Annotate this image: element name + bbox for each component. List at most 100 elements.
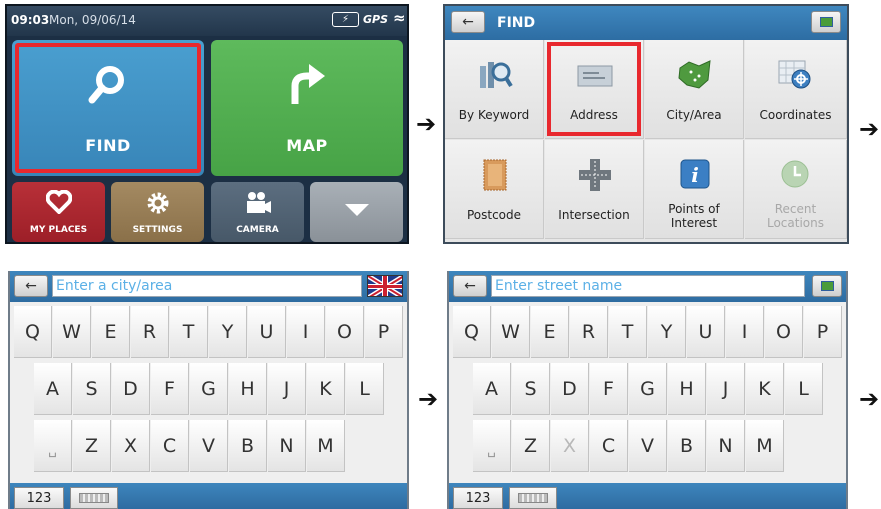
map-view-button[interactable] [811, 11, 841, 33]
space-key[interactable]: ␣ [473, 420, 511, 472]
keyboard-icon [79, 493, 109, 503]
back-button[interactable]: ← [453, 275, 487, 297]
key-k[interactable]: K [746, 363, 784, 415]
key-a[interactable]: A [34, 363, 72, 415]
key-a[interactable]: A [473, 363, 511, 415]
key-u[interactable]: U [248, 306, 286, 358]
key-n[interactable]: N [268, 420, 306, 472]
map-tile[interactable]: MAP [211, 40, 403, 176]
key-j[interactable]: J [268, 363, 306, 415]
gear-icon [111, 190, 204, 222]
key-i[interactable]: I [726, 306, 764, 358]
find-address[interactable]: Address [545, 40, 644, 139]
find-points-of-interest[interactable]: i Points of Interest [645, 140, 744, 239]
key-h[interactable]: H [229, 363, 267, 415]
chevron-down-icon [310, 196, 403, 224]
key-r[interactable]: R [570, 306, 608, 358]
my-places-tile[interactable]: MY PLACES [12, 182, 105, 242]
key-p[interactable]: P [804, 306, 842, 358]
key-o[interactable]: O [326, 306, 364, 358]
key-b[interactable]: B [668, 420, 706, 472]
keyboard-layout-button[interactable] [509, 487, 557, 509]
numeric-mode-button[interactable]: 123 [453, 487, 503, 509]
find-postcode[interactable]: Postcode [445, 140, 544, 239]
map-view-button[interactable] [812, 275, 842, 297]
key-k[interactable]: K [307, 363, 345, 415]
keyword-search-icon [480, 62, 513, 88]
key-i[interactable]: I [287, 306, 325, 358]
key-u[interactable]: U [687, 306, 725, 358]
key-n[interactable]: N [707, 420, 745, 472]
key-y[interactable]: Y [648, 306, 686, 358]
find-intersection[interactable]: Intersection [545, 140, 644, 239]
key-f[interactable]: F [151, 363, 189, 415]
key-g[interactable]: G [190, 363, 228, 415]
space-key[interactable]: ␣ [34, 420, 72, 472]
key-p[interactable]: P [365, 306, 403, 358]
clock-date: Mon, 09/06/14 [49, 13, 136, 27]
key-z[interactable]: Z [73, 420, 111, 472]
find-item-label: Address [570, 108, 618, 122]
find-item-label: Intersection [558, 208, 630, 222]
key-z[interactable]: Z [512, 420, 550, 472]
key-x[interactable]: X [551, 420, 589, 472]
key-v[interactable]: V [629, 420, 667, 472]
input-bar: ← Enter street name [449, 271, 846, 302]
key-t[interactable]: T [609, 306, 647, 358]
find-item-label: City/Area [666, 108, 722, 122]
key-y[interactable]: Y [209, 306, 247, 358]
map-tile-label: MAP [286, 136, 328, 155]
key-r[interactable]: R [131, 306, 169, 358]
key-d[interactable]: D [551, 363, 589, 415]
key-l[interactable]: L [785, 363, 823, 415]
key-q[interactable]: Q [453, 306, 491, 358]
info-icon: i [680, 159, 710, 189]
key-x[interactable]: X [112, 420, 150, 472]
find-by-keyword[interactable]: By Keyword [445, 40, 544, 139]
street-keyboard-screen: ← Enter street name Q W E R T Y U I O P A S D F G H J K L ␣… [447, 271, 848, 509]
key-m[interactable]: M [746, 420, 784, 472]
find-coordinates[interactable]: Coordinates [745, 40, 847, 139]
uk-flag-icon[interactable] [367, 275, 403, 297]
city-keyboard-screen: ← Enter a city/area Q W E R T Y U I O P A S D F G H J K L ␣… [8, 271, 409, 509]
camera-tile[interactable]: CAMERA [211, 182, 304, 242]
key-w[interactable]: W [492, 306, 530, 358]
street-search-input[interactable]: Enter street name [491, 275, 805, 297]
key-v[interactable]: V [190, 420, 228, 472]
magnifier-icon [12, 60, 204, 121]
stamp-icon [483, 159, 507, 191]
city-search-input[interactable]: Enter a city/area [52, 275, 362, 297]
settings-label: SETTINGS [132, 225, 183, 235]
key-m[interactable]: M [307, 420, 345, 472]
key-s[interactable]: S [73, 363, 111, 415]
key-b[interactable]: B [229, 420, 267, 472]
clock-icon [781, 160, 809, 188]
keyboard-layout-button[interactable] [70, 487, 118, 509]
more-tile[interactable] [310, 182, 403, 242]
numeric-mode-button[interactable]: 123 [14, 487, 64, 509]
key-h[interactable]: H [668, 363, 706, 415]
key-t[interactable]: T [170, 306, 208, 358]
key-d[interactable]: D [112, 363, 150, 415]
key-c[interactable]: C [590, 420, 628, 472]
find-city-area[interactable]: City/Area [645, 40, 744, 139]
key-s[interactable]: S [512, 363, 550, 415]
key-l[interactable]: L [346, 363, 384, 415]
key-c[interactable]: C [151, 420, 189, 472]
settings-tile[interactable]: SETTINGS [111, 182, 204, 242]
key-o[interactable]: O [765, 306, 803, 358]
find-recent-locations[interactable]: Recent Locations [745, 140, 847, 239]
flow-arrow-2: ➔ [859, 115, 880, 143]
key-f[interactable]: F [590, 363, 628, 415]
key-e[interactable]: E [531, 306, 569, 358]
main-menu-screen: 09:03 Mon, 09/06/14 ⚡ GPS ≈ FIND MAP MY … [5, 4, 409, 244]
key-w[interactable]: W [53, 306, 91, 358]
gps-label: GPS [363, 13, 389, 26]
back-button[interactable]: ← [14, 275, 48, 297]
key-q[interactable]: Q [14, 306, 52, 358]
key-j[interactable]: J [707, 363, 745, 415]
back-button[interactable]: ← [451, 11, 485, 33]
key-e[interactable]: E [92, 306, 130, 358]
find-tile[interactable]: FIND [12, 40, 204, 176]
key-g[interactable]: G [629, 363, 667, 415]
